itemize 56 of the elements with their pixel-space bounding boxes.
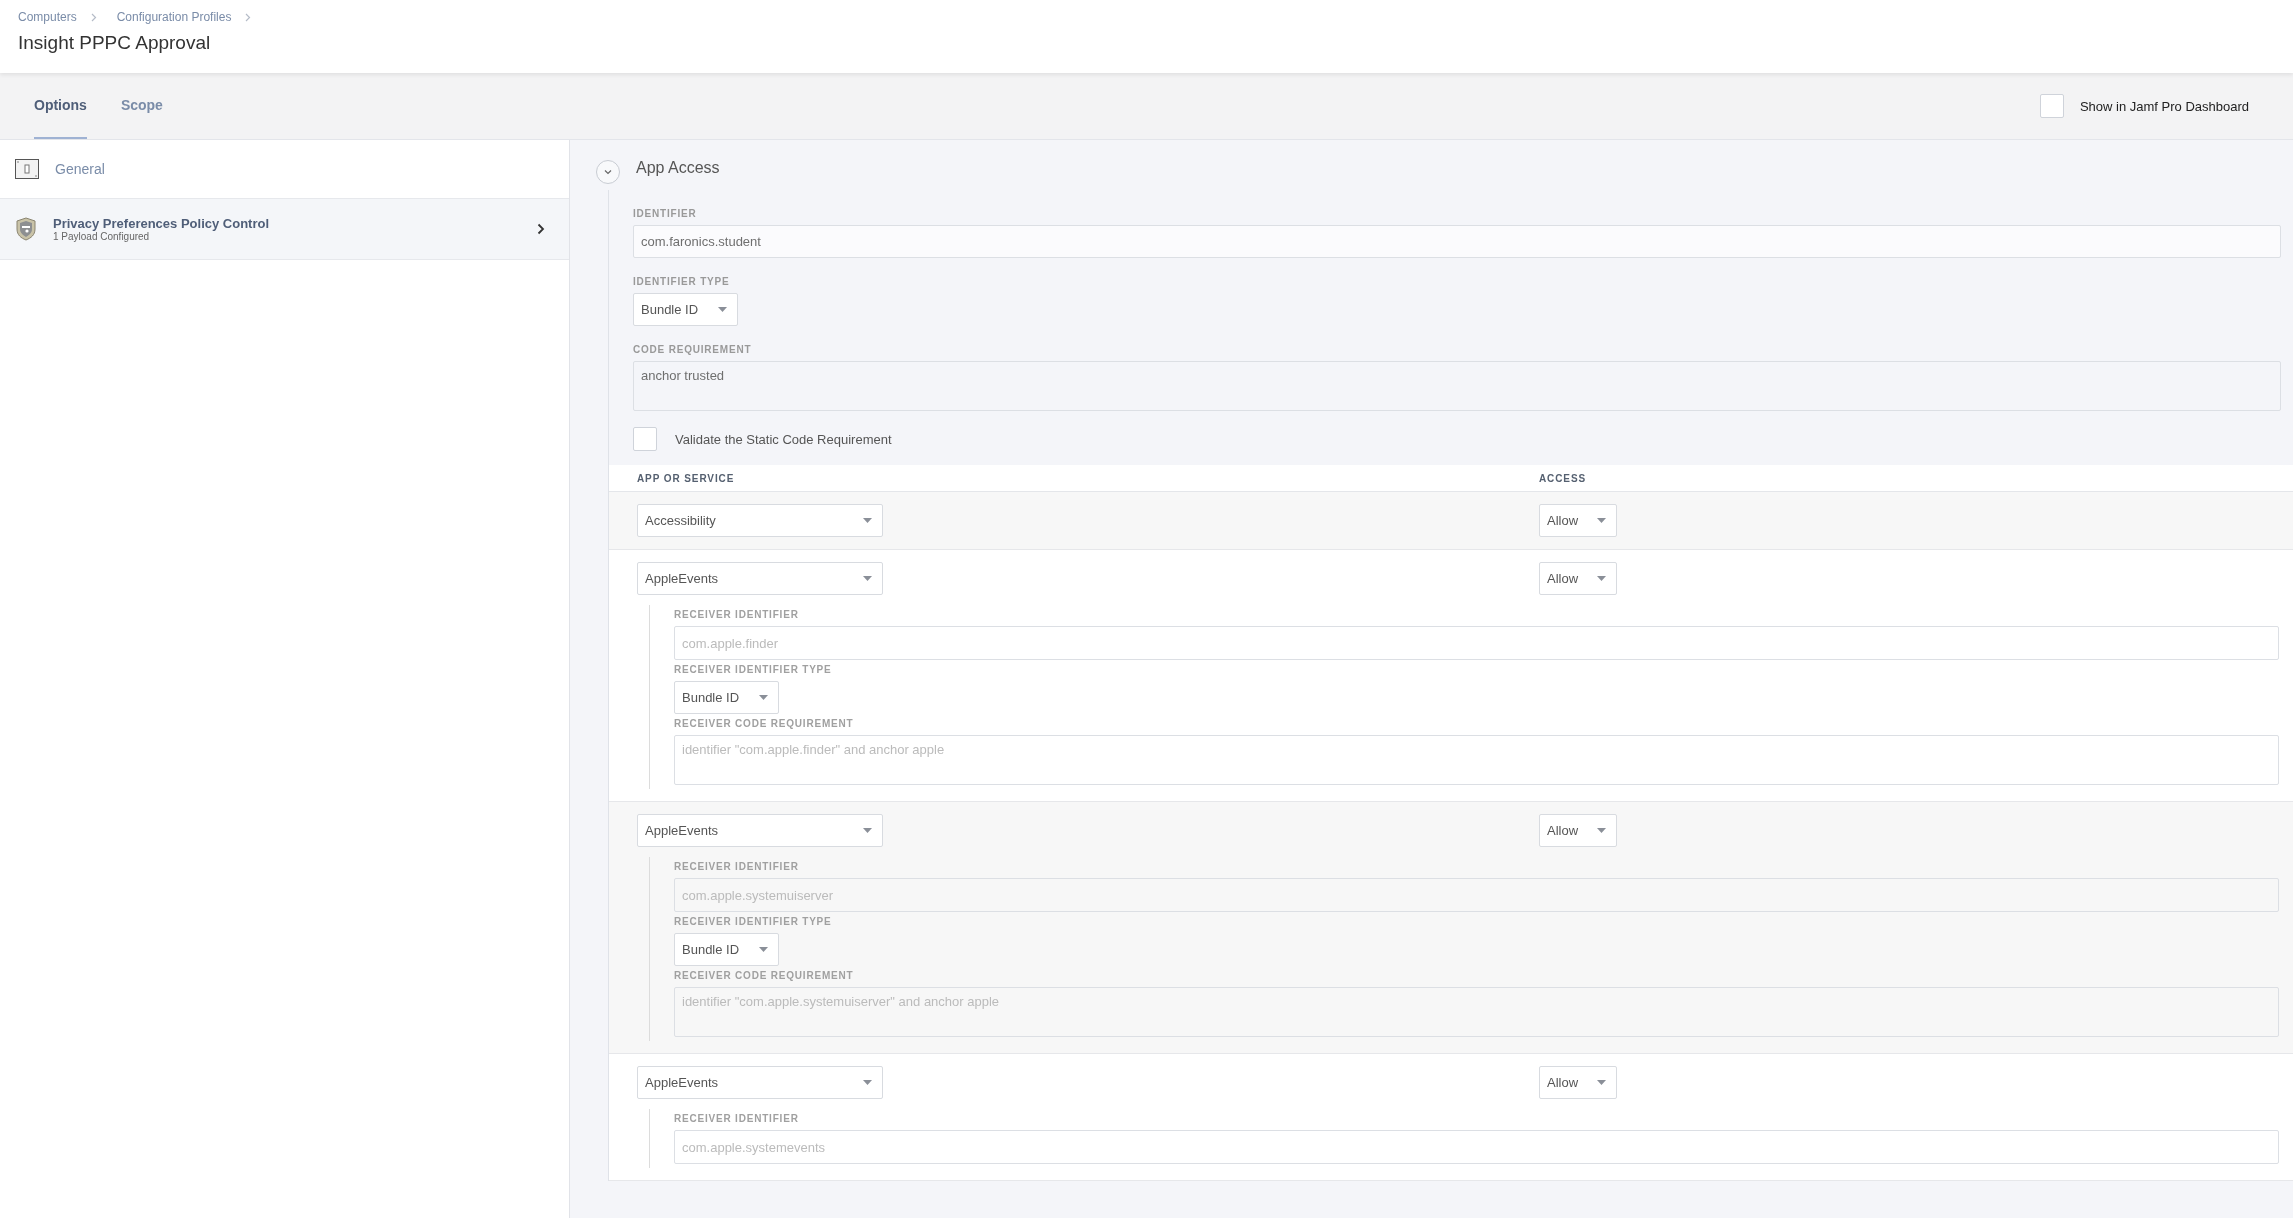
caret-icon bbox=[759, 947, 768, 952]
section-title: App Access bbox=[636, 159, 720, 177]
field-label: RECEIVER CODE REQUIREMENT bbox=[674, 718, 854, 729]
sidebar-item[interactable]: Privacy Preferences Policy Control 1 Payload Configured bbox=[0, 199, 569, 260]
caret-icon bbox=[759, 695, 768, 700]
caret-icon bbox=[863, 1080, 872, 1085]
caret-icon bbox=[1597, 1080, 1606, 1085]
receiver-type-dropdown[interactable]: Bundle ID bbox=[674, 933, 779, 966]
field-label: RECEIVER IDENTIFIER bbox=[674, 861, 799, 872]
caret-icon bbox=[1597, 576, 1606, 581]
shield-icon bbox=[15, 217, 37, 241]
service-dropdown[interactable]: AppleEvents bbox=[637, 562, 883, 595]
field-label: RECEIVER IDENTIFIER TYPE bbox=[674, 664, 832, 675]
service-dropdown[interactable]: AppleEvents bbox=[637, 814, 883, 847]
field-label: IDENTIFIER TYPE bbox=[633, 276, 730, 287]
chevron-right-icon bbox=[245, 12, 252, 22]
caret-icon bbox=[718, 307, 727, 312]
identifier-field[interactable]: com.faronics.student bbox=[633, 225, 2281, 258]
access-dropdown[interactable]: Allow bbox=[1539, 1066, 1617, 1099]
page-title: Insight PPPC Approval bbox=[18, 32, 212, 54]
column-header: APP OR SERVICE bbox=[636, 472, 736, 484]
checkbox-label: Show in Jamf Pro Dashboard bbox=[2079, 98, 2249, 114]
checkbox[interactable] bbox=[633, 427, 657, 451]
chevron-down-icon bbox=[603, 168, 613, 176]
caret-icon bbox=[1597, 828, 1606, 833]
switch-icon bbox=[15, 159, 39, 179]
field-label: RECEIVER IDENTIFIER TYPE bbox=[674, 916, 832, 927]
field-label: RECEIVER CODE REQUIREMENT bbox=[674, 970, 854, 981]
identifier-type-dropdown[interactable]: Bundle ID bbox=[633, 293, 738, 326]
sidebar-item-subtitle: 1 Payload Configured bbox=[53, 231, 151, 242]
code-requirement-field[interactable]: anchor trusted bbox=[633, 361, 2281, 411]
column-header: ACCESS bbox=[1539, 472, 1587, 484]
service-dropdown[interactable]: Accessibility bbox=[637, 504, 883, 537]
access-dropdown[interactable]: Allow bbox=[1539, 814, 1617, 847]
chevron-right-icon bbox=[537, 223, 545, 235]
access-dropdown[interactable]: Allow bbox=[1539, 504, 1617, 537]
field-label: RECEIVER IDENTIFIER bbox=[674, 609, 799, 620]
chevron-right-icon bbox=[90, 12, 97, 22]
caret-icon bbox=[863, 576, 872, 581]
caret-icon bbox=[1597, 518, 1606, 523]
service-dropdown[interactable]: AppleEvents bbox=[637, 1066, 883, 1099]
caret-icon bbox=[863, 828, 872, 833]
breadcrumb-link[interactable]: Configuration Profiles bbox=[116, 10, 232, 24]
sidebar-item-title: General bbox=[55, 161, 106, 177]
field-label: CODE REQUIREMENT bbox=[633, 344, 752, 355]
access-dropdown[interactable]: Allow bbox=[1539, 562, 1617, 595]
checkbox-label: Validate the Static Code Requirement bbox=[675, 431, 892, 447]
breadcrumb-link[interactable]: Computers bbox=[18, 10, 77, 24]
field-label: IDENTIFIER bbox=[633, 208, 697, 219]
caret-icon bbox=[863, 518, 872, 523]
sidebar-item-title: Privacy Preferences Policy Control bbox=[53, 216, 271, 231]
tab[interactable]: Scope bbox=[120, 73, 163, 139]
receiver-type-dropdown[interactable]: Bundle ID bbox=[674, 681, 779, 714]
field-label: RECEIVER IDENTIFIER bbox=[674, 1113, 799, 1124]
collapse-button[interactable] bbox=[596, 160, 620, 184]
checkbox[interactable] bbox=[2039, 94, 2064, 118]
